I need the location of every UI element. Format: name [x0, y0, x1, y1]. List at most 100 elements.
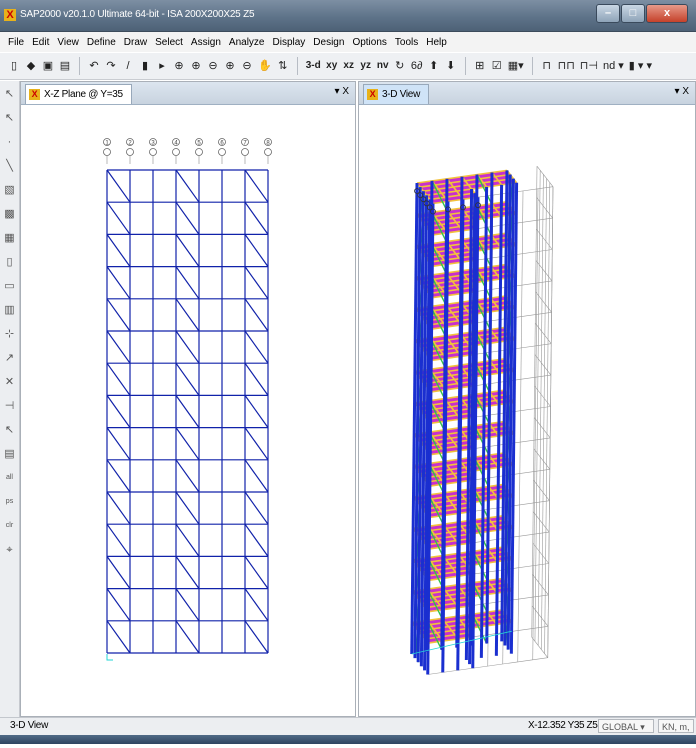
menu-options[interactable]: Options [352, 37, 386, 48]
lock-icon[interactable]: ▮ [139, 57, 151, 75]
reshape-icon[interactable]: ↖ [2, 109, 17, 127]
brace-line [106, 266, 131, 300]
grid-line [535, 323, 552, 344]
move-up-down-icon[interactable]: ⇅ [277, 57, 289, 75]
save-icon[interactable]: ▣ [42, 57, 54, 75]
menu-tools[interactable]: Tools [395, 37, 418, 48]
print-icon[interactable]: ▤ [59, 57, 71, 75]
undo-icon[interactable]: ↶ [88, 57, 100, 75]
grid-bubble [218, 148, 226, 156]
clear-select-icon[interactable]: all [2, 469, 17, 487]
3d-view[interactable]: X 3-D View ▾ X [358, 81, 696, 717]
select-joint-icon[interactable]: ↗ [2, 349, 17, 367]
toolbar-separator [464, 57, 466, 75]
view-3d[interactable]: 3-d [306, 57, 321, 75]
grid-line [531, 605, 549, 627]
open-icon[interactable]: ◆ [25, 57, 37, 75]
perspective-icon[interactable]: 6∂ [411, 57, 423, 75]
brace-line [175, 588, 200, 622]
origin-axes [106, 654, 113, 661]
brace-line [175, 427, 200, 461]
close-button[interactable]: x [646, 4, 688, 23]
brace-line [175, 266, 200, 300]
grid-labels: 1 2 3 4 5 6 7 8 [103, 138, 272, 164]
joint-icon[interactable]: · [2, 133, 17, 151]
select-line-icon[interactable]: ⊣ [2, 397, 17, 415]
check-icon[interactable]: ☑ [491, 57, 503, 75]
redo-icon[interactable]: ↷ [105, 57, 117, 75]
nd-label[interactable]: nd ▾ [603, 57, 624, 75]
draw-cross-icon[interactable]: ▩ [2, 205, 17, 223]
grid-bubble [241, 148, 249, 156]
draw-area-icon[interactable]: ▦ [2, 229, 17, 247]
grid-bubble [264, 148, 272, 156]
grid-bubble [103, 148, 111, 156]
display-options-icon[interactable]: ⊞ [474, 57, 486, 75]
brace-line [106, 330, 131, 364]
zoom-in-icon[interactable]: ⊕ [190, 57, 202, 75]
pan-icon[interactable]: ✋ [258, 57, 272, 75]
maximize-button[interactable]: □ [621, 4, 645, 23]
draw-frame-icon[interactable]: ╲ [2, 157, 17, 175]
menu-file[interactable]: File [8, 37, 24, 48]
view-nv[interactable]: nv [377, 57, 389, 75]
zoom-out-icon[interactable]: ⊖ [207, 57, 219, 75]
view-yz[interactable]: yz [360, 57, 372, 75]
menu-design[interactable]: Design [313, 37, 344, 48]
coord-system-select[interactable]: GLOBAL ▾ [598, 719, 654, 733]
draw-brace-icon[interactable]: ▧ [2, 181, 17, 199]
brace-line [106, 491, 131, 525]
up-arrow-icon[interactable]: ⬆ [428, 57, 440, 75]
minimize-button[interactable]: – [596, 4, 620, 23]
pencil-icon[interactable]: / [122, 57, 134, 75]
menu-analyze[interactable]: Analyze [229, 37, 265, 48]
zoom-window-icon[interactable]: ⊕ [173, 57, 185, 75]
zoom-fit-icon[interactable]: ⊕ [224, 57, 236, 75]
left-pane-close-button[interactable]: ▾ X [335, 86, 349, 97]
view-xz[interactable]: xz [343, 57, 355, 75]
brace-line [244, 266, 269, 300]
view-xy[interactable]: xy [326, 57, 338, 75]
menu-select[interactable]: Select [155, 37, 183, 48]
snap-clr-icon[interactable]: clr [2, 517, 17, 535]
intersect-icon[interactable]: ✕ [2, 373, 17, 391]
draw-rect-icon[interactable]: ▭ [2, 277, 17, 295]
snap-ps-icon[interactable]: ps [2, 493, 17, 511]
section-icon[interactable]: ▮ ▾ ▾ [629, 57, 652, 75]
shrink-icon[interactable]: ▦▾ [508, 57, 524, 75]
select-all-icon[interactable]: ⊹ [2, 325, 17, 343]
tab-xz-plane[interactable]: X X-Z Plane @ Y=35 [25, 84, 132, 104]
menu-help[interactable]: Help [426, 37, 447, 48]
menu-display[interactable]: Display [273, 37, 306, 48]
brace-line [244, 201, 269, 235]
xz-plane-view[interactable]: X X-Z Plane @ Y=35 ▾ X 1 2 3 4 5 6 7 8 [20, 81, 356, 717]
brace-line [244, 459, 269, 493]
menu-view[interactable]: View [57, 37, 79, 48]
rotate-icon[interactable]: ↻ [394, 57, 406, 75]
run-icon[interactable]: ▸ [156, 57, 168, 75]
menu-draw[interactable]: Draw [124, 37, 147, 48]
pointer-icon[interactable]: ↖ [2, 85, 17, 103]
zoom-previous-icon[interactable]: ⊖ [241, 57, 253, 75]
brace-line [106, 298, 131, 332]
down-arrow-icon[interactable]: ⬇ [445, 57, 457, 75]
previous-select-icon[interactable]: ▤ [2, 445, 17, 463]
grid-label: 1 [105, 141, 109, 147]
beam-icon[interactable]: ⊓⊓ [558, 57, 575, 75]
draw-solid-icon[interactable]: ▥ [2, 301, 17, 319]
draw-poly-icon[interactable]: ▯ [2, 253, 17, 271]
frame-icon[interactable]: ⊓ [541, 57, 553, 75]
menu-assign[interactable]: Assign [191, 37, 221, 48]
window-controls: – □ x [596, 4, 688, 23]
tab-3d-view[interactable]: X 3-D View [363, 84, 429, 104]
menu-edit[interactable]: Edit [32, 37, 49, 48]
menu-define[interactable]: Define [87, 37, 116, 48]
new-model-icon[interactable]: ▯ [8, 57, 20, 75]
units-select[interactable]: KN, m, C ▾ [658, 719, 694, 746]
snap-icon[interactable]: ⌖ [2, 541, 17, 559]
deselect-icon[interactable]: ↖ [2, 421, 17, 439]
truss-icon[interactable]: ⊓⊣ [580, 57, 598, 75]
grid-line [532, 542, 550, 564]
grid-line [533, 480, 550, 501]
right-pane-close-button[interactable]: ▾ X [675, 86, 689, 97]
